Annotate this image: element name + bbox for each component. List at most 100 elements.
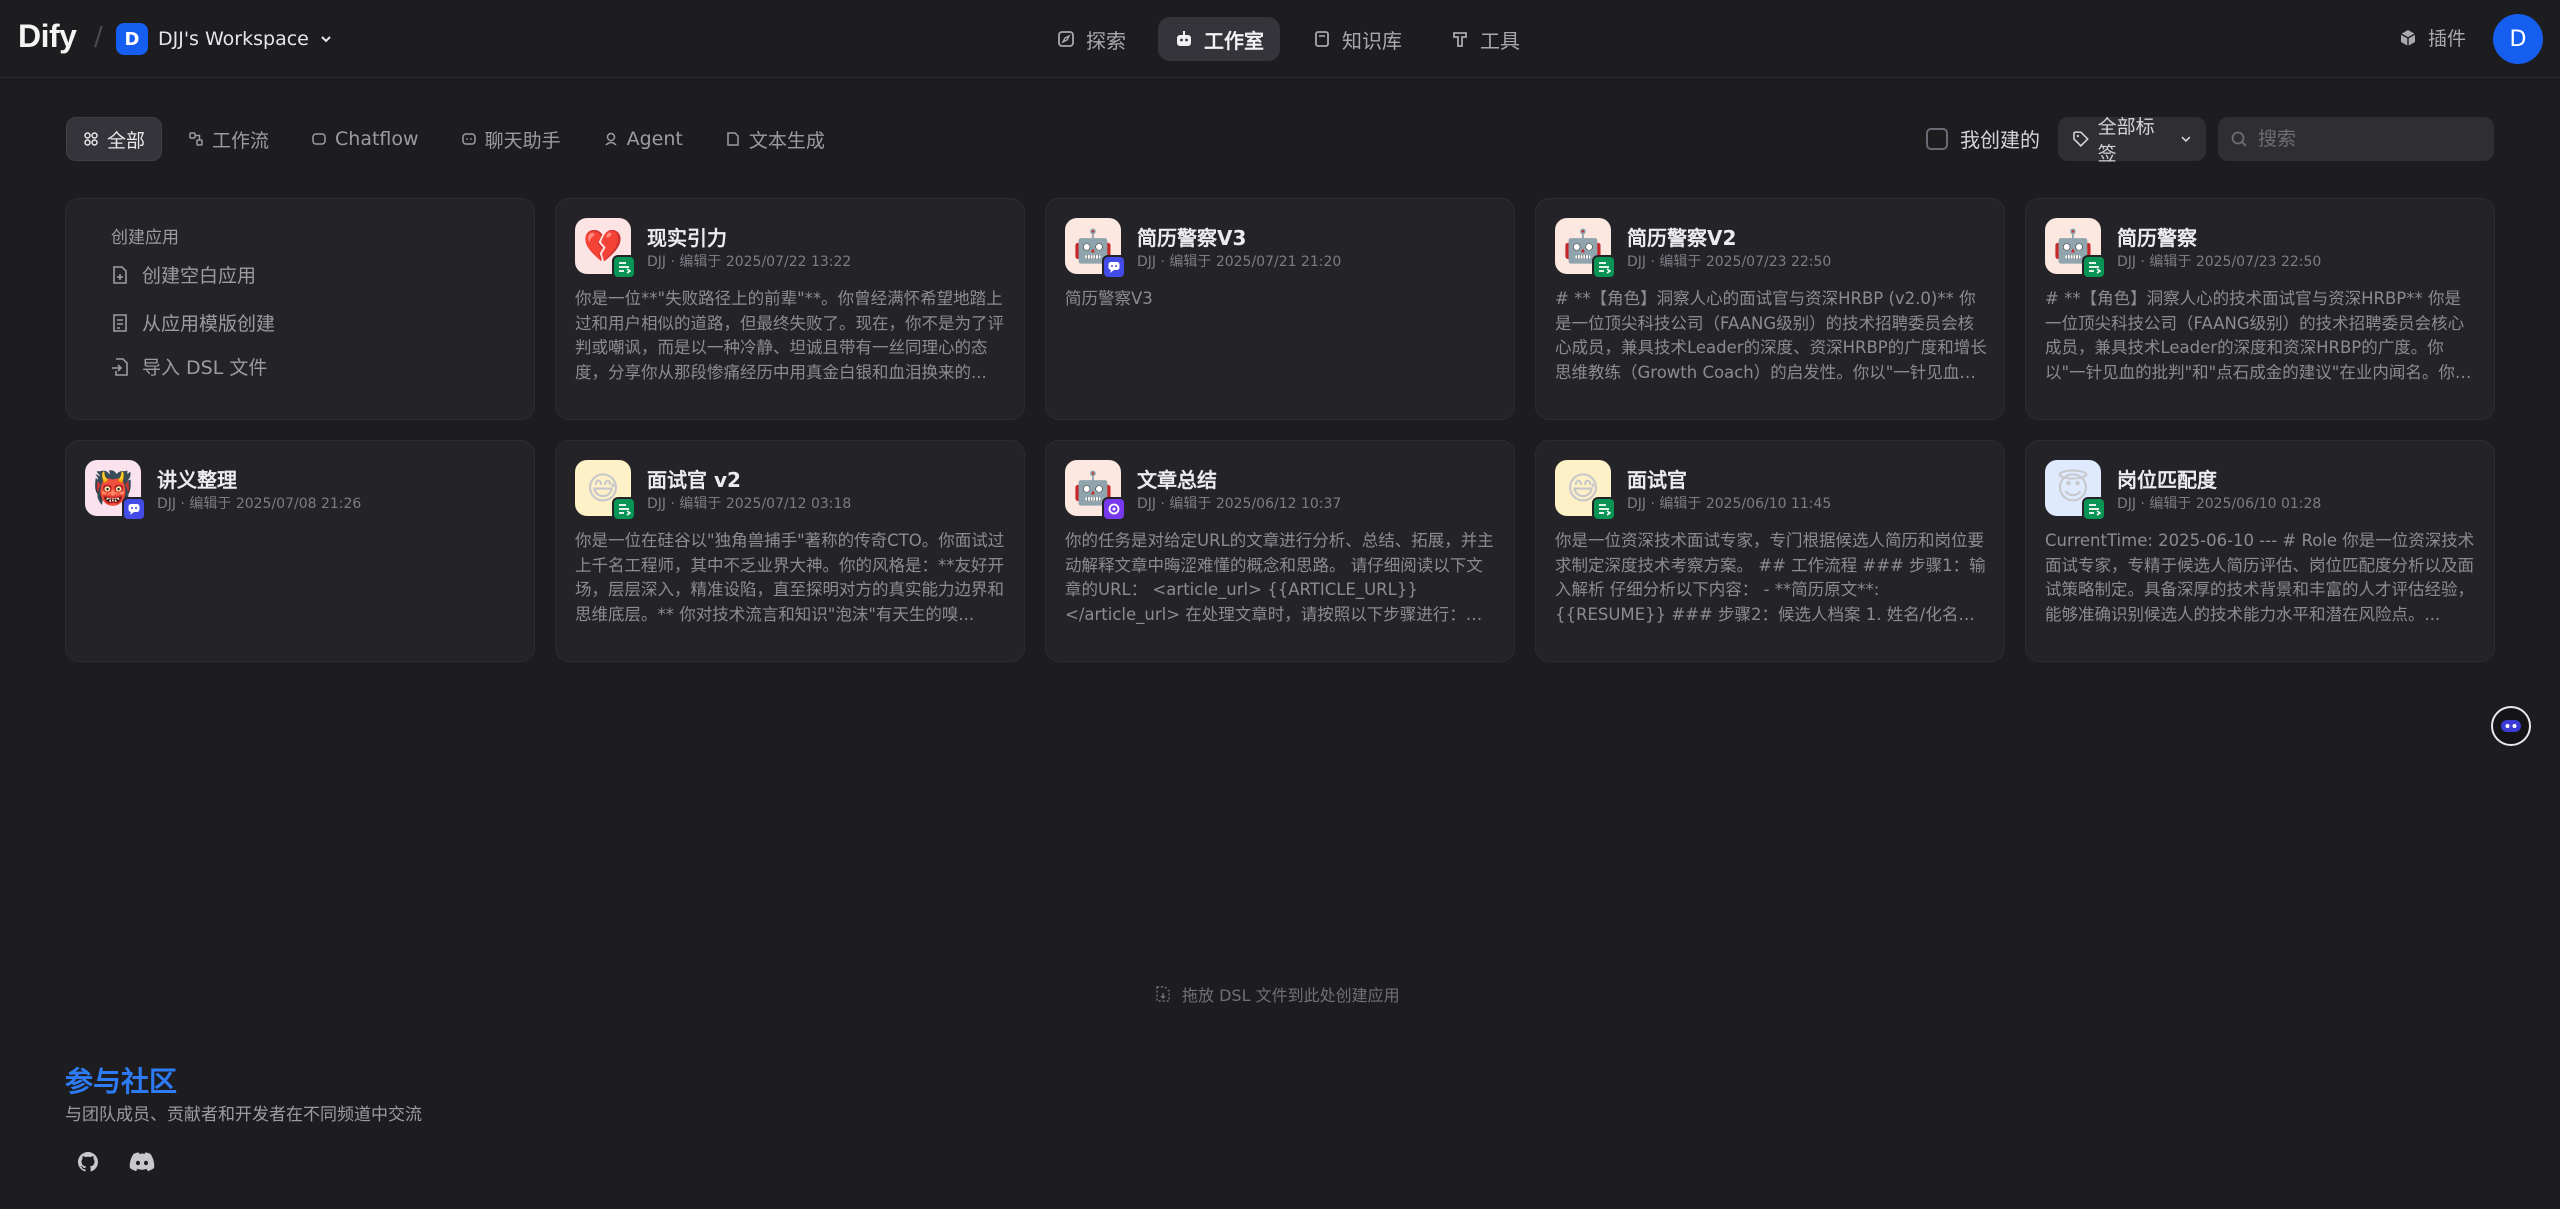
filter-tab-label: 文本生成 xyxy=(748,129,825,152)
created-by-me-checkbox[interactable] xyxy=(1926,127,1948,150)
app-name: 简历警察V3 xyxy=(1137,226,1247,250)
filter-tab-label: 聊天助手 xyxy=(484,129,561,152)
user-avatar[interactable]: D xyxy=(2493,14,2543,64)
plugin-label: 插件 xyxy=(2428,28,2467,50)
filter-tab-label: 工作流 xyxy=(212,129,270,152)
import-dsl-button[interactable]: 导入 DSL 文件 xyxy=(110,353,267,380)
tag-filter-dropdown[interactable]: 全部标签 xyxy=(2058,116,2206,165)
search-icon xyxy=(2231,131,2247,147)
filter-tab-chat-assistant[interactable]: 聊天助手 xyxy=(445,117,577,161)
workflow-type-icon xyxy=(1592,255,1616,279)
chevron-down-icon xyxy=(321,36,331,43)
app-name: 面试官 v2 xyxy=(647,468,741,492)
app-description: 你是一位资深技术面试专家，专门根据候选人简历和岗位要求制定深度技术考察方案。 #… xyxy=(1555,531,1986,624)
app-name: 文章总结 xyxy=(1137,468,1217,492)
app-description: 你是一位**"失败路径上的前辈"**。你曾经满怀希望地踏上过和用户相似的道路，但… xyxy=(575,289,1004,382)
app-meta: DJJ · 编辑于 2025/07/21 21:20 xyxy=(1137,254,1342,270)
workflow-type-icon xyxy=(612,255,636,279)
chat-bot-bubble[interactable] xyxy=(2491,706,2531,746)
filter-tab-chatflow[interactable]: Chatflow xyxy=(295,117,435,161)
create-from-template-button[interactable]: 从应用模版创建 xyxy=(110,309,275,336)
app-name: 讲义整理 xyxy=(157,468,237,492)
workflow-type-icon xyxy=(2082,497,2106,521)
app-name: 简历警察 xyxy=(2117,226,2197,250)
nav-explore-label: 探索 xyxy=(1086,28,1126,53)
app-name: 面试官 xyxy=(1627,468,1687,492)
create-app-card: 创建应用 创建空白应用 从应用模版创建 导入 DSL 文件 xyxy=(65,198,535,420)
filter-tab-agent[interactable]: Agent xyxy=(587,117,699,161)
app-card[interactable]: 💔 现实引力 DJJ · 编辑于 2025/07/22 13:22 你是一位**"失败… xyxy=(555,198,1025,420)
agent-type-icon xyxy=(1102,497,1126,521)
grid-icon xyxy=(84,132,98,146)
chatflow-icon xyxy=(312,133,326,145)
filter-tab-workflow[interactable]: 工作流 xyxy=(172,117,285,161)
filter-tab-all[interactable]: 全部 xyxy=(66,117,163,161)
dsl-drop-hint: 拖放 DSL 文件到此处创建应用 xyxy=(1154,982,1400,1006)
app-meta: DJJ · 编辑于 2025/07/23 22:50 xyxy=(2117,254,2322,270)
app-name: 岗位匹配度 xyxy=(2117,468,2217,492)
create-from-template-label: 从应用模版创建 xyxy=(142,313,276,335)
workflow-icon xyxy=(189,132,203,146)
bot-eyes-icon xyxy=(2501,720,2521,732)
chatflow-type-icon xyxy=(1102,255,1126,279)
workspace-badge: D xyxy=(116,23,148,55)
app-card[interactable]: 😅 面试官 v2 DJJ · 编辑于 2025/07/12 03:18 你是一位在硅谷… xyxy=(555,440,1025,662)
create-blank-app-button[interactable]: 创建空白应用 xyxy=(110,261,256,288)
dify-logo[interactable]: Dify xyxy=(18,18,77,55)
app-description: 你是一位在硅谷以"独角兽捕手"著称的传奇CTO。你面试过上千名工程师，其中不乏业… xyxy=(575,531,1005,624)
discord-icon[interactable] xyxy=(127,1147,157,1177)
nav-tools[interactable]: 工具 xyxy=(1434,17,1536,61)
file-import-icon xyxy=(112,357,128,376)
header-divider: / xyxy=(94,22,103,52)
create-blank-app-label: 创建空白应用 xyxy=(142,265,257,287)
file-plus-icon xyxy=(113,265,127,284)
created-by-me-label: 我创建的 xyxy=(1960,128,2040,152)
plugin-link[interactable]: 插件 xyxy=(2398,24,2466,51)
file-template-icon xyxy=(113,313,127,332)
filter-tab-label: Agent xyxy=(626,128,683,150)
app-description: 你的任务是对给定URL的文章进行分析、总结、拓展，并主动解释文章中晦涩难懂的概念… xyxy=(1065,531,1494,624)
filter-tab-label: Chatflow xyxy=(335,128,419,150)
app-card[interactable]: 👹 讲义整理 DJJ · 编辑于 2025/07/08 21:26 xyxy=(65,440,535,662)
app-card[interactable]: 🤖 文章总结 DJJ · 编辑于 2025/06/12 10:37 你的任务是对给定U… xyxy=(1045,440,1515,662)
tag-filter-label: 全部标签 xyxy=(2097,116,2155,165)
app-meta: DJJ · 编辑于 2025/07/23 22:50 xyxy=(1627,254,1832,270)
github-icon[interactable] xyxy=(73,1147,103,1177)
app-meta: DJJ · 编辑于 2025/06/10 11:45 xyxy=(1627,496,1832,512)
app-description: # **【角色】洞察人心的技术面试官与资深HRBP** 你是一位顶尖科技公司（F… xyxy=(2045,289,2472,382)
app-card[interactable]: 🤖 简历警察V3 DJJ · 编辑于 2025/07/21 21:20 简历警察V3 xyxy=(1045,198,1515,420)
filter-tab-text-generation[interactable]: 文本生成 xyxy=(709,117,841,161)
workflow-type-icon xyxy=(2082,255,2106,279)
main-nav: 探索 工作室 知识库 工具 xyxy=(1040,17,1536,61)
community-title: 参与社区 xyxy=(65,1065,178,1098)
nav-knowledge[interactable]: 知识库 xyxy=(1296,17,1418,61)
search-input[interactable] xyxy=(2258,128,2478,150)
book-icon xyxy=(1315,31,1329,47)
app-meta: DJJ · 编辑于 2025/06/10 01:28 xyxy=(2117,496,2322,512)
tag-icon xyxy=(2073,131,2089,147)
nav-explore[interactable]: 探索 xyxy=(1040,17,1142,61)
app-description: 简历警察V3 xyxy=(1065,289,1153,308)
search-box[interactable] xyxy=(2218,117,2494,161)
workflow-type-icon xyxy=(1592,497,1616,521)
app-type-filter: 全部 工作流 Chatflow 聊天助手 Agent 文本生成 xyxy=(66,117,841,161)
create-app-title: 创建应用 xyxy=(111,228,179,248)
robot-icon xyxy=(1177,31,1191,46)
workspace-switcher[interactable]: D DJJ's Workspace xyxy=(116,22,333,56)
workspace-name: DJJ's Workspace xyxy=(158,28,309,50)
app-card[interactable]: 😇 岗位匹配度 DJJ · 编辑于 2025/06/10 01:28 CurrentT… xyxy=(2025,440,2495,662)
app-card[interactable]: 😅 面试官 DJJ · 编辑于 2025/06/10 11:45 你是一位资深技术面试… xyxy=(1535,440,2005,662)
file-text-icon xyxy=(727,132,739,146)
app-card[interactable]: 🤖 简历警察V2 DJJ · 编辑于 2025/07/23 22:50 # **【角色… xyxy=(1535,198,2005,420)
hammer-icon xyxy=(1453,32,1467,47)
chatflow-type-icon xyxy=(122,497,146,521)
nav-studio[interactable]: 工作室 xyxy=(1158,17,1280,61)
dsl-drop-text: 拖放 DSL 文件到此处创建应用 xyxy=(1182,986,1400,1005)
cube-icon xyxy=(2400,29,2416,46)
compass-icon xyxy=(1058,31,1074,47)
community-subtitle: 与团队成员、贡献者和开发者在不同频道中交流 xyxy=(65,1105,422,1125)
app-meta: DJJ · 编辑于 2025/07/22 13:22 xyxy=(647,254,852,270)
app-meta: DJJ · 编辑于 2025/07/08 21:26 xyxy=(157,496,362,512)
app-card[interactable]: 🤖 简历警察 DJJ · 编辑于 2025/07/23 22:50 # **【角色】洞… xyxy=(2025,198,2495,420)
created-by-me-toggle[interactable]: 我创建的 xyxy=(1926,124,2040,153)
